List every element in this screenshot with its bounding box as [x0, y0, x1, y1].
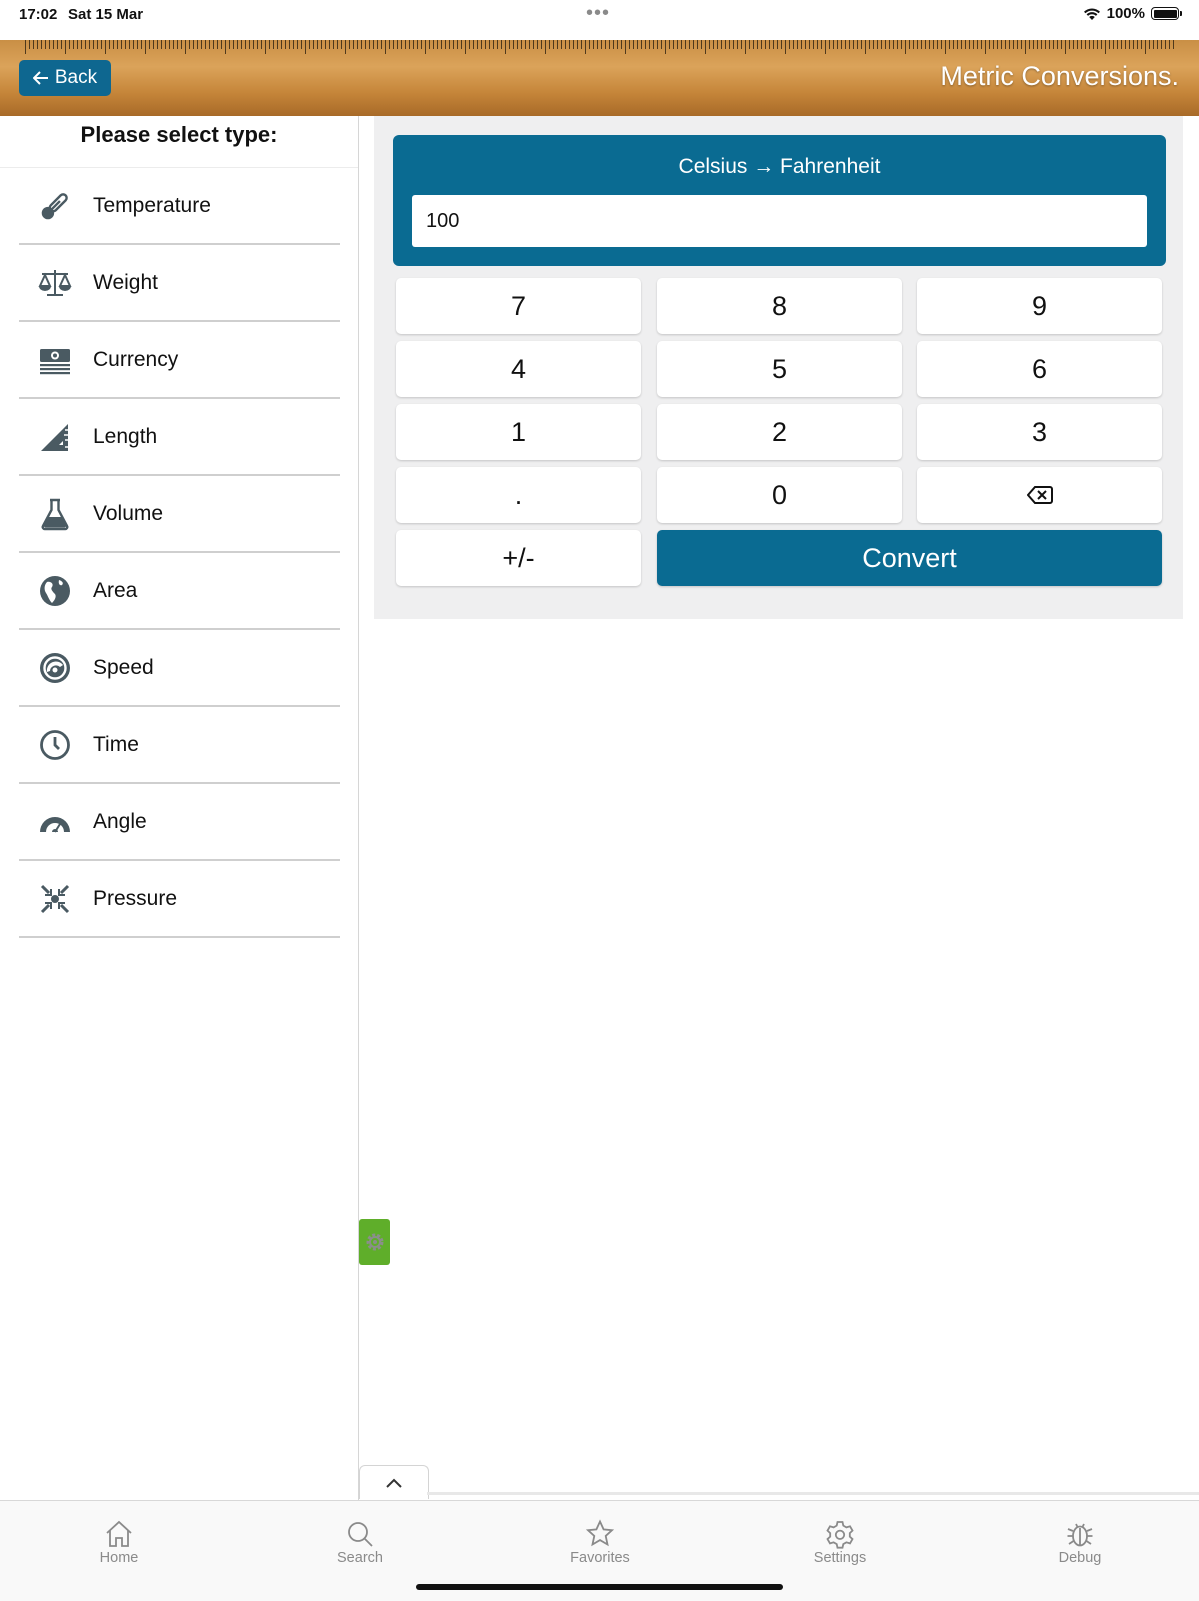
type-item-speed[interactable]: Speed	[19, 630, 340, 707]
tab-label: Search	[337, 1550, 383, 1566]
type-label: Currency	[93, 347, 179, 371]
key-1[interactable]: 1	[396, 404, 641, 460]
tab-debug[interactable]: Debug	[1020, 1519, 1140, 1566]
type-item-length[interactable]: Length	[19, 399, 340, 476]
type-label: Pressure	[93, 886, 178, 910]
key-5[interactable]: 5	[657, 341, 902, 397]
divider	[427, 1492, 1199, 1495]
back-label: Back	[54, 67, 98, 88]
key-2[interactable]: 2	[657, 404, 902, 460]
conversion-box: Celsius → Fahrenheit	[393, 135, 1166, 266]
tab-settings[interactable]: Settings	[780, 1519, 900, 1566]
key-9[interactable]: 9	[917, 278, 1162, 334]
tab-label: Settings	[813, 1550, 867, 1566]
backspace-button[interactable]	[917, 467, 1162, 523]
speedometer-icon	[36, 649, 73, 686]
key-7[interactable]: 7	[396, 278, 641, 334]
key-4[interactable]: 4	[396, 341, 641, 397]
backspace-icon	[1026, 486, 1053, 504]
tab-home[interactable]: Home	[59, 1519, 179, 1566]
home-icon	[106, 1520, 132, 1547]
key-decimal[interactable]: .	[396, 467, 641, 523]
key-0[interactable]: 0	[657, 467, 902, 523]
type-item-currency[interactable]: Currency	[19, 322, 340, 399]
sidebar-title: Please select type:	[80, 122, 278, 147]
ruler-decoration	[25, 40, 1175, 54]
bug-icon	[1067, 1523, 1093, 1547]
compress-icon	[36, 880, 73, 917]
status-date: Sat 15 Mar	[68, 6, 144, 23]
value-input[interactable]	[412, 195, 1147, 247]
ruler-triangle-icon	[36, 418, 73, 455]
type-label: Angle	[93, 809, 147, 833]
type-label: Area	[93, 578, 138, 602]
battery-icon	[1151, 7, 1182, 20]
money-icon	[36, 341, 73, 378]
tab-label: Home	[99, 1550, 139, 1566]
key-6[interactable]: 6	[917, 341, 1162, 397]
page-title: Metric Conversions.	[940, 61, 1179, 91]
type-label: Temperature	[93, 193, 211, 217]
tab-favorites[interactable]: Favorites	[540, 1519, 660, 1566]
gear-icon	[366, 1233, 383, 1251]
home-indicator	[416, 1584, 783, 1590]
type-item-area[interactable]: Area	[19, 553, 340, 630]
flask-icon	[36, 495, 73, 532]
battery-percent: 100%	[1106, 5, 1145, 22]
type-label: Speed	[93, 655, 154, 679]
type-item-weight[interactable]: Weight	[19, 245, 340, 322]
scale-icon	[36, 264, 73, 301]
tab-search[interactable]: Search	[300, 1519, 420, 1566]
protractor-icon	[36, 803, 73, 840]
key-8[interactable]: 8	[657, 278, 902, 334]
status-bar: 17:02 Sat 15 Mar ••• 100%	[0, 0, 1199, 40]
status-indicators: 100%	[1083, 5, 1182, 22]
tab-label: Favorites	[570, 1550, 630, 1566]
type-item-angle[interactable]: Angle	[19, 784, 340, 861]
type-label: Weight	[93, 270, 158, 294]
type-item-pressure[interactable]: Pressure	[19, 861, 340, 938]
type-item-volume[interactable]: Volume	[19, 476, 340, 553]
type-item-time[interactable]: Time	[19, 707, 340, 784]
arrow-left-icon	[32, 71, 48, 85]
floating-settings-tab[interactable]	[359, 1219, 390, 1265]
thermometer-icon	[36, 187, 73, 224]
type-label: Time	[93, 732, 139, 756]
status-time: 17:02	[19, 6, 58, 23]
type-label: Volume	[93, 501, 164, 525]
app-header: Back Metric Conversions.	[0, 40, 1199, 116]
clock-icon	[36, 726, 73, 763]
tab-bar: Home Search Favorites Settings Debug	[0, 1500, 1199, 1601]
type-sidebar: Please select type: Temperature Weight C…	[0, 116, 359, 1500]
star-icon	[585, 1519, 615, 1547]
wifi-icon	[1083, 7, 1100, 20]
back-button[interactable]: Back	[19, 60, 111, 96]
converter-panel: Celsius → Fahrenheit 7 8 9 4 5 6 1 2 3 .…	[374, 116, 1183, 619]
multitasking-dots[interactable]: •••	[586, 2, 610, 25]
type-item-temperature[interactable]: Temperature	[19, 168, 340, 245]
globe-icon	[36, 572, 73, 609]
gear-icon	[826, 1521, 854, 1549]
key-3[interactable]: 3	[917, 404, 1162, 460]
type-list: Temperature Weight Currency Length Volum…	[19, 168, 340, 938]
convert-button[interactable]: Convert	[657, 530, 1162, 586]
sign-toggle-button[interactable]: +/-	[396, 530, 641, 586]
chevron-up-icon	[386, 1478, 402, 1488]
type-label: Length	[93, 424, 158, 448]
drawer-handle[interactable]	[359, 1465, 429, 1499]
search-icon	[348, 1522, 373, 1547]
conversion-title: Celsius → Fahrenheit	[678, 155, 881, 178]
tab-label: Debug	[1058, 1550, 1102, 1566]
